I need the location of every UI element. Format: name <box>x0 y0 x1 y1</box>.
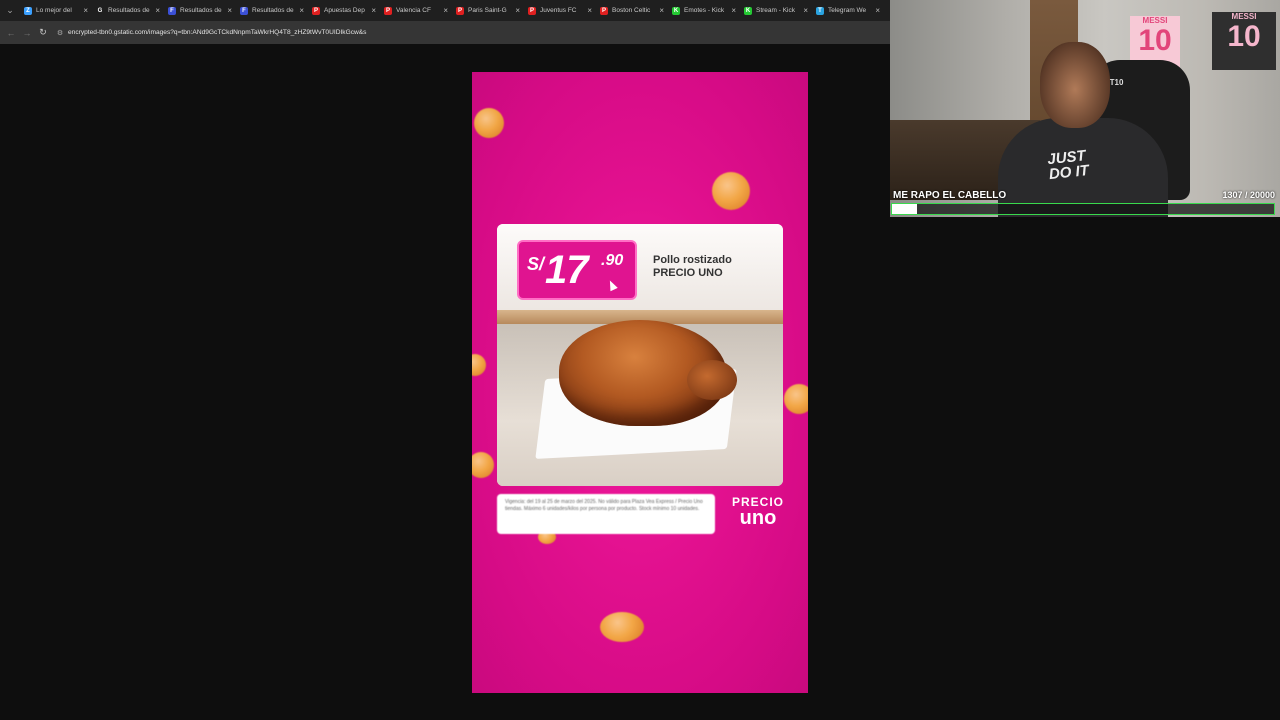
poster-number: 10 <box>1138 24 1172 57</box>
coin-decoration <box>784 384 808 414</box>
terms-box: Vigencia: del 19 al 25 de marzo del 2025… <box>497 494 715 534</box>
tab-close-icon[interactable]: × <box>731 6 736 15</box>
browser-tab[interactable]: F Resultados de × <box>164 0 236 21</box>
tab-favicon-icon: T <box>816 6 824 15</box>
back-arrow-icon[interactable]: ← <box>4 26 18 40</box>
tab-close-icon[interactable]: × <box>83 6 88 15</box>
subgoal-title: ME RAPO EL CABELLO <box>893 190 1007 201</box>
product-card: S/ 17 .90 Pollo rostizado PRECIO UNO <box>497 224 783 486</box>
product-name-line1: Pollo rostizado <box>653 254 732 266</box>
tab-close-icon[interactable]: × <box>443 6 448 15</box>
coin-decoration <box>472 452 494 478</box>
tab-favicon-icon: P <box>456 6 464 15</box>
browser-tab[interactable]: P Valencia CF × <box>380 0 452 21</box>
tab-label: Apuestas Dep <box>324 7 365 14</box>
tab-favicon-icon: G <box>96 6 104 15</box>
tab-label: Emotes - Kick <box>684 7 725 14</box>
tab-label: Lo mejor del <box>36 7 72 14</box>
tab-label: Paris Saint-G <box>468 7 507 14</box>
tab-label: Stream - Kick <box>756 7 796 14</box>
price-cents: .90 <box>601 252 624 269</box>
tab-close-icon[interactable]: × <box>227 6 232 15</box>
tab-close-icon[interactable]: × <box>155 6 160 15</box>
tab-close-icon[interactable]: × <box>371 6 376 15</box>
browser-tab[interactable]: T Telegram We × <box>812 0 884 21</box>
webcam-overlay: MESSI 10 MESSI 10 FAT10 JUST DO IT ME RA… <box>890 0 1280 217</box>
coin-decoration <box>472 354 486 376</box>
tab-close-icon[interactable]: × <box>803 6 808 15</box>
tab-close-icon[interactable]: × <box>875 6 880 15</box>
tab-favicon-icon: Z <box>24 6 32 15</box>
browser-tab[interactable]: P Paris Saint-G × <box>452 0 524 21</box>
coin-decoration <box>474 108 504 138</box>
tab-favicon-icon: F <box>168 6 176 15</box>
brand-line2: uno <box>739 507 777 529</box>
tab-label: Resultados de <box>180 7 222 14</box>
tab-favicon-icon: F <box>240 6 248 15</box>
tab-label: Resultados de <box>108 7 150 14</box>
tabs-container: Z Lo mejor del × G Resultados de × F Resultados… <box>20 0 884 21</box>
browser-tab[interactable]: P Juventus FC × <box>524 0 596 21</box>
jersey-number: 10 <box>1227 20 1261 53</box>
tab-favicon-icon: P <box>312 6 320 15</box>
site-info-icon[interactable]: ⚙ <box>56 29 64 37</box>
browser-tab[interactable]: K Stream - Kick × <box>740 0 812 21</box>
price-main: 17 <box>545 248 588 292</box>
price-currency: S/ <box>527 254 545 274</box>
tab-label: Resultados de <box>252 7 294 14</box>
browser-tab[interactable]: P Apuestas Dep × <box>308 0 380 21</box>
tab-favicon-icon: P <box>384 6 392 15</box>
tab-close-icon[interactable]: × <box>515 6 520 15</box>
streamer-head <box>1040 42 1110 128</box>
browser-tab[interactable]: K Emotes - Kick × <box>668 0 740 21</box>
coin-decoration <box>712 172 750 210</box>
chicken-leg <box>687 360 737 400</box>
subgoal-progress-bar <box>891 203 1275 215</box>
tab-close-icon[interactable]: × <box>587 6 592 15</box>
subgoal-progress-fill <box>892 204 917 214</box>
price-tag: S/ 17 .90 <box>517 240 637 300</box>
browser-tab[interactable]: G Resultados de × <box>92 0 164 21</box>
browser-tab[interactable]: Z Lo mejor del × <box>20 0 92 21</box>
promo-image[interactable]: S/ 17 .90 Pollo rostizado PRECIO UNO Vig… <box>472 72 808 693</box>
tab-favicon-icon: K <box>744 6 752 15</box>
tab-label: Valencia CF <box>396 7 431 14</box>
browser-tab[interactable]: P Boston Celtic × <box>596 0 668 21</box>
tab-label: Boston Celtic <box>612 7 651 14</box>
tab-favicon-icon: K <box>672 6 680 15</box>
tab-close-icon[interactable]: × <box>299 6 304 15</box>
product-name: Pollo rostizado PRECIO UNO <box>653 254 732 280</box>
tab-favicon-icon: P <box>528 6 536 15</box>
reload-icon[interactable]: ↻ <box>36 26 50 40</box>
browser-tab[interactable]: F Resultados de × <box>236 0 308 21</box>
subgoal-count: 1307 / 20000 <box>1222 190 1275 200</box>
tab-strip: ⌄ Z Lo mejor del × G Resultados de × F Resultad… <box>0 0 890 21</box>
tab-label: Juventus FC <box>540 7 577 14</box>
tab-favicon-icon: P <box>600 6 608 15</box>
tab-label: Telegram We <box>828 7 867 14</box>
product-name-line2: PRECIO UNO <box>653 267 723 279</box>
forward-arrow-icon[interactable]: → <box>20 26 34 40</box>
address-bar[interactable]: ⚙ encrypted-tbn0.gstatic.com/images?q=tb… <box>52 24 890 41</box>
tab-close-icon[interactable]: × <box>659 6 664 15</box>
address-toolbar: ← → ↻ ⚙ encrypted-tbn0.gstatic.com/image… <box>0 21 890 44</box>
messi-jersey-frame: MESSI 10 <box>1212 12 1276 70</box>
url-text: encrypted-tbn0.gstatic.com/images?q=tbn:… <box>68 29 367 36</box>
tab-search-icon[interactable]: ⌄ <box>0 0 20 21</box>
precio-uno-logo: PRECIO uno <box>728 496 788 528</box>
coin-decoration <box>600 612 644 642</box>
